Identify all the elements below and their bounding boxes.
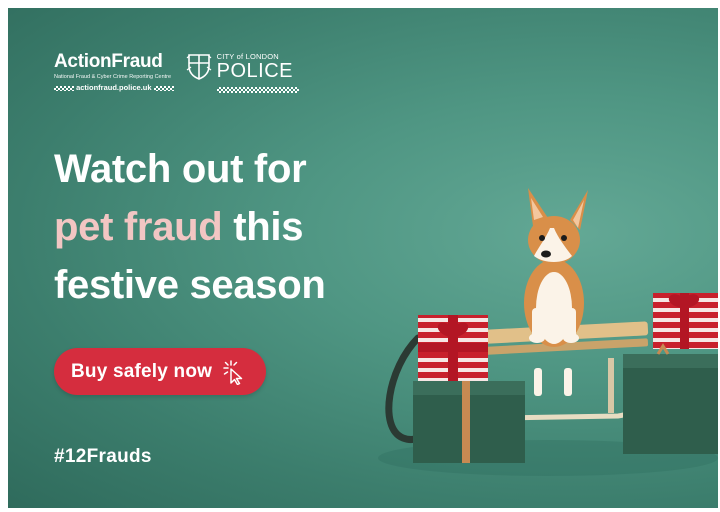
city-of-london-police-logo: CITY of LONDON POLICE: [186, 52, 299, 99]
cursor-click-icon: [223, 359, 243, 385]
checker-pattern-icon: [54, 85, 74, 91]
ad-banner: ActionFraud National Fraud & Cyber Crime…: [8, 8, 718, 508]
actionfraud-title: ActionFraud: [54, 51, 163, 72]
headline-line-2-rest: this: [222, 205, 304, 249]
buy-safely-label: Buy safely now: [71, 360, 213, 382]
headline-line-3: festive season: [54, 263, 326, 307]
police-big-text: POLICE: [216, 60, 293, 82]
buy-safely-button[interactable]: Buy safely now: [54, 348, 266, 395]
corgi-sled-gifts-illustration: [378, 188, 718, 476]
headline-line-2: pet fraud this: [54, 198, 326, 256]
police-crest-icon: [186, 54, 212, 80]
actionfraud-logo: ActionFraud National Fraud & Cyber Crime…: [54, 52, 174, 93]
headline-highlight: pet fraud: [54, 205, 223, 249]
headline: Watch out for pet fraud this festive sea…: [54, 140, 326, 314]
logo-row: ActionFraud National Fraud & Cyber Crime…: [54, 52, 299, 99]
checker-pattern-icon: [153, 85, 174, 91]
actionfraud-subtitle: National Fraud & Cyber Crime Reporting C…: [54, 74, 172, 80]
hashtag: #12Frauds: [54, 446, 152, 467]
actionfraud-url: actionfraud.police.uk: [76, 83, 152, 92]
actionfraud-url-row: actionfraud.police.uk: [54, 83, 174, 93]
checker-band-icon: [216, 86, 299, 93]
headline-line-1: Watch out for: [54, 147, 307, 191]
